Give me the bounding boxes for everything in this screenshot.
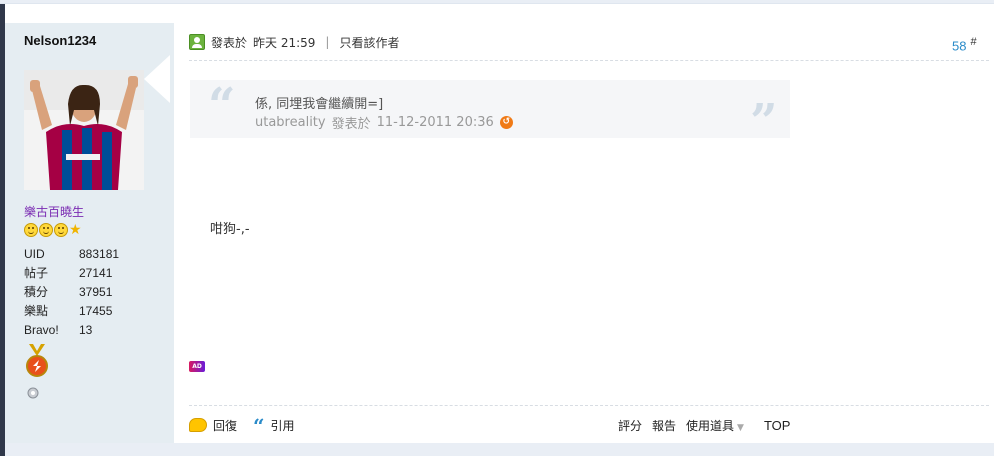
avatar-image <box>24 70 144 190</box>
back-to-top-link[interactable]: TOP <box>764 418 791 433</box>
stat-bravo: Bravo! 13 <box>24 323 119 342</box>
rate-button[interactable]: 評分 <box>618 417 642 434</box>
only-author-link[interactable]: 只看該作者 <box>339 34 399 51</box>
quote-meta: utabreality 發表於 11-12-2011 20:36 ↺ <box>255 113 513 132</box>
quote-button[interactable]: “ 引用 <box>253 414 295 438</box>
stat-uid: UID 883181 <box>24 247 119 266</box>
stat-label: 樂點 <box>24 304 49 318</box>
separator: | <box>325 35 330 49</box>
star-icon: ★ <box>69 222 82 238</box>
online-user-icon <box>189 34 205 50</box>
stat-value[interactable]: 37951 <box>79 285 112 304</box>
quote-close-icon: ” <box>750 94 778 150</box>
report-button[interactable]: 報告 <box>652 417 676 434</box>
quote-time: 11-12-2011 20:36 <box>376 115 494 130</box>
quote-posted-label: 發表於 <box>331 117 371 132</box>
author-rank-icons: ★ <box>24 223 83 239</box>
floor-number-value[interactable]: 58 <box>952 38 966 53</box>
floor-symbol: # <box>970 36 977 48</box>
quote-label: 引用 <box>270 418 295 433</box>
reply-button[interactable]: 回復 <box>189 417 237 434</box>
posted-label: 發表於 <box>211 35 248 50</box>
footer-divider <box>189 405 989 406</box>
page-top-strip <box>0 0 994 4</box>
avatar[interactable] <box>24 70 144 190</box>
stat-label: 帖子 <box>24 266 49 280</box>
stat-label: UID <box>24 247 45 261</box>
tools-dropdown[interactable]: 使用道具 ▼ <box>686 417 744 434</box>
stat-credits: 積分 37951 <box>24 285 119 304</box>
author-username[interactable]: Nelson1234 <box>24 33 96 48</box>
badge-icon[interactable] <box>27 387 39 399</box>
stat-label: 積分 <box>24 285 49 299</box>
quote-author[interactable]: utabreality <box>255 115 326 130</box>
reply-label: 回復 <box>213 418 238 433</box>
quote-icon: “ <box>253 414 265 438</box>
reply-icon <box>189 418 207 432</box>
smiley-icon <box>39 223 53 237</box>
stat-points: 樂點 17455 <box>24 304 119 323</box>
quote-text: 係, 同埋我會繼續開=] <box>255 97 384 112</box>
header-divider <box>189 60 989 61</box>
stat-value[interactable]: 27141 <box>79 266 112 285</box>
stat-label: Bravo! <box>24 323 59 337</box>
post-actions: 回復 “ 引用 <box>189 414 311 438</box>
post-header: 發表於 昨天 21:59 | 只看該作者 <box>189 33 399 51</box>
post-message: 咁狗-,- <box>210 222 250 237</box>
medal-icon[interactable] <box>25 344 49 380</box>
stat-posts: 帖子 27141 <box>24 266 119 285</box>
stat-value[interactable]: 883181 <box>79 247 119 266</box>
stat-value: 13 <box>79 323 93 337</box>
quote-open-icon: “ <box>208 78 236 134</box>
posted-time: 昨天 21:59 <box>253 35 316 50</box>
author-usergroup[interactable]: 樂古百曉生 <box>24 203 84 220</box>
chevron-down-icon: ▼ <box>737 422 744 433</box>
floor-number[interactable]: 58 # <box>952 36 977 53</box>
smiley-icon <box>54 223 68 237</box>
stat-value[interactable]: 17455 <box>79 304 112 323</box>
quote-block: “ 係, 同埋我會繼續開=] utabreality 發表於 11-12-201… <box>190 78 790 146</box>
ad-icon[interactable]: AD <box>189 361 205 372</box>
goto-original-icon[interactable]: ↺ <box>499 116 513 129</box>
page-bottom-strip <box>5 443 994 456</box>
tools-label: 使用道具 <box>686 418 735 433</box>
smiley-icon <box>24 223 38 237</box>
post-side-actions: 評分 報告 使用道具 ▼ TOP <box>618 416 790 434</box>
author-stats: UID 883181 帖子 27141 積分 37951 樂點 17455 Br… <box>24 247 119 342</box>
avatar-bubble-arrow <box>144 55 170 103</box>
